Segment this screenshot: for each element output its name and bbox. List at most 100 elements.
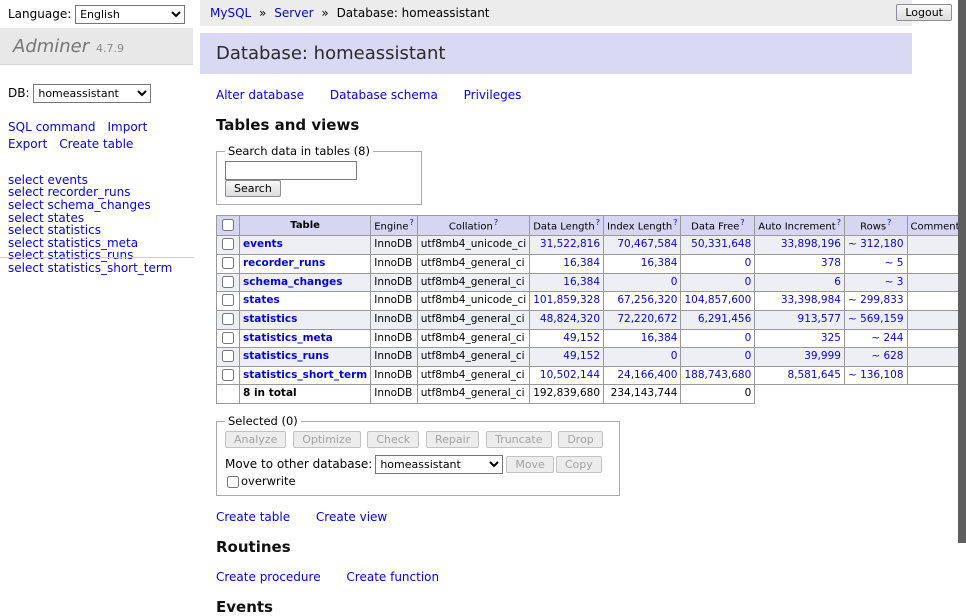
cell-index-length: 70,467,584: [604, 236, 681, 255]
routines-heading: Routines: [216, 538, 912, 556]
cell-engine: InnoDB: [371, 254, 418, 273]
cell-collation: utf8mb4_general_ci: [417, 329, 529, 348]
rows-count-link[interactable]: ~ 5: [885, 257, 904, 269]
select-all-checkbox[interactable]: [222, 219, 234, 231]
rows-count-link[interactable]: ~ 3: [885, 276, 904, 288]
cell-data-free: 104,857,600: [681, 292, 755, 311]
rows-count-link[interactable]: ~ 244: [871, 332, 903, 344]
rows-count-link[interactable]: ~ 299,833: [848, 294, 904, 306]
breadcrumb-separator: »: [321, 6, 328, 20]
app-version: 4.7.9: [96, 42, 124, 55]
cell-engine: InnoDB: [371, 273, 418, 292]
create-view-link[interactable]: Create view: [316, 510, 387, 524]
language-select[interactable]: English: [75, 5, 185, 24]
hint-link[interactable]: ?: [494, 218, 498, 227]
cell-auto-increment: 6: [755, 273, 845, 292]
row-checkbox[interactable]: [222, 350, 234, 362]
cell-engine: InnoDB: [371, 292, 418, 311]
vertical-scrollbar[interactable]: [958, 0, 966, 543]
truncate-button[interactable]: Truncate: [486, 431, 551, 448]
app-name-link[interactable]: Adminer: [13, 36, 89, 57]
move-button[interactable]: Move: [506, 456, 554, 473]
repair-button[interactable]: Repair: [426, 431, 479, 448]
search-input[interactable]: [225, 161, 357, 180]
drop-button[interactable]: Drop: [558, 431, 602, 448]
table-row: statistics_short_term InnoDB utf8mb4_gen…: [217, 366, 966, 385]
table-name-link[interactable]: recorder_runs: [243, 257, 325, 269]
scrollbar-thumb[interactable]: [958, 0, 966, 543]
analyze-button[interactable]: Analyze: [225, 431, 286, 448]
table-name-link[interactable]: statistics_meta: [243, 332, 333, 344]
selected-fieldset: Selected (0) Analyze Optimize Check Repa…: [216, 414, 620, 496]
row-checkbox[interactable]: [222, 369, 234, 381]
export-link[interactable]: Export: [8, 137, 47, 151]
cell-index-length: 72,220,672: [604, 310, 681, 329]
rows-count-link[interactable]: ~ 312,180: [848, 238, 904, 250]
row-checkbox[interactable]: [222, 276, 234, 288]
move-database-select[interactable]: homeassistant: [375, 455, 503, 474]
sidebar-tables-list: select events select recorder_runs selec…: [8, 174, 194, 275]
row-checkbox[interactable]: [222, 313, 234, 325]
breadcrumb-mysql-link[interactable]: MySQL: [210, 6, 251, 20]
table-name-link[interactable]: statistics_short_term: [243, 369, 367, 381]
database-schema-link[interactable]: Database schema: [330, 88, 438, 102]
logout-button[interactable]: Logout: [896, 4, 952, 21]
check-button[interactable]: Check: [367, 431, 419, 448]
create-procedure-link[interactable]: Create procedure: [216, 570, 321, 584]
hint-link[interactable]: ?: [740, 218, 744, 227]
table-name-link[interactable]: schema_changes: [243, 276, 343, 288]
privileges-link[interactable]: Privileges: [464, 88, 522, 102]
cell-data-length: 31,522,816: [530, 236, 604, 255]
total-index-length: 234,143,744: [604, 385, 681, 404]
table-name-link[interactable]: events: [243, 238, 283, 250]
cell-collation: utf8mb4_general_ci: [417, 310, 529, 329]
table-name-link[interactable]: statistics_runs: [243, 350, 329, 362]
table-row: statistics_runs InnoDB utf8mb4_general_c…: [217, 348, 966, 367]
rows-count-link[interactable]: ~ 136,108: [848, 369, 904, 381]
hint-link[interactable]: ?: [596, 218, 600, 227]
create-function-link[interactable]: Create function: [346, 570, 439, 584]
cell-data-length: 101,859,328: [530, 292, 604, 311]
column-header-table: Table: [240, 216, 371, 236]
table-name-link[interactable]: states: [243, 294, 280, 306]
cell-data-length: 16,384: [530, 273, 604, 292]
alter-database-link[interactable]: Alter database: [216, 88, 304, 102]
db-select[interactable]: homeassistant: [33, 84, 151, 103]
table-row: states InnoDB utf8mb4_unicode_ci 101,859…: [217, 292, 966, 311]
cell-collation: utf8mb4_general_ci: [417, 273, 529, 292]
row-checkbox[interactable]: [222, 238, 234, 250]
hint-link[interactable]: ?: [837, 218, 841, 227]
breadcrumb-server-link[interactable]: Server: [274, 6, 313, 20]
copy-button[interactable]: Copy: [556, 456, 602, 473]
import-link[interactable]: Import: [107, 120, 147, 134]
row-checkbox[interactable]: [222, 257, 234, 269]
cell-auto-increment: 378: [755, 254, 845, 273]
selected-legend: Selected (0): [225, 414, 301, 428]
hint-link[interactable]: ?: [673, 218, 677, 227]
cell-engine: InnoDB: [371, 348, 418, 367]
cell-index-length: 16,384: [604, 254, 681, 273]
sidebar-select-statistics-short-term-link[interactable]: select statistics_short_term: [8, 261, 172, 275]
rows-count-link[interactable]: ~ 628: [871, 350, 903, 362]
cell-collation: utf8mb4_general_ci: [417, 254, 529, 273]
cell-data-free: 0: [681, 329, 755, 348]
overwrite-checkbox[interactable]: [227, 476, 239, 488]
hint-link[interactable]: ?: [887, 218, 891, 227]
cell-index-length: 16,384: [604, 329, 681, 348]
cell-data-length: 16,384: [530, 254, 604, 273]
column-header-auto-increment: Auto Increment?: [755, 216, 845, 236]
row-checkbox[interactable]: [222, 294, 234, 306]
search-button[interactable]: Search: [225, 180, 281, 197]
create-table-sidebar-link[interactable]: Create table: [59, 137, 133, 151]
events-heading: Events: [216, 598, 912, 616]
table-name-link[interactable]: statistics: [243, 313, 297, 325]
hint-link[interactable]: ?: [410, 218, 414, 227]
sql-command-link[interactable]: SQL command: [8, 120, 95, 134]
list-item: select statistics_short_term: [8, 262, 194, 275]
optimize-button[interactable]: Optimize: [293, 431, 360, 448]
rows-count-link[interactable]: ~ 569,159: [848, 313, 904, 325]
language-label: Language:: [8, 7, 71, 21]
create-table-link[interactable]: Create table: [216, 510, 290, 524]
row-checkbox[interactable]: [222, 332, 234, 344]
cell-data-length: 49,152: [530, 329, 604, 348]
